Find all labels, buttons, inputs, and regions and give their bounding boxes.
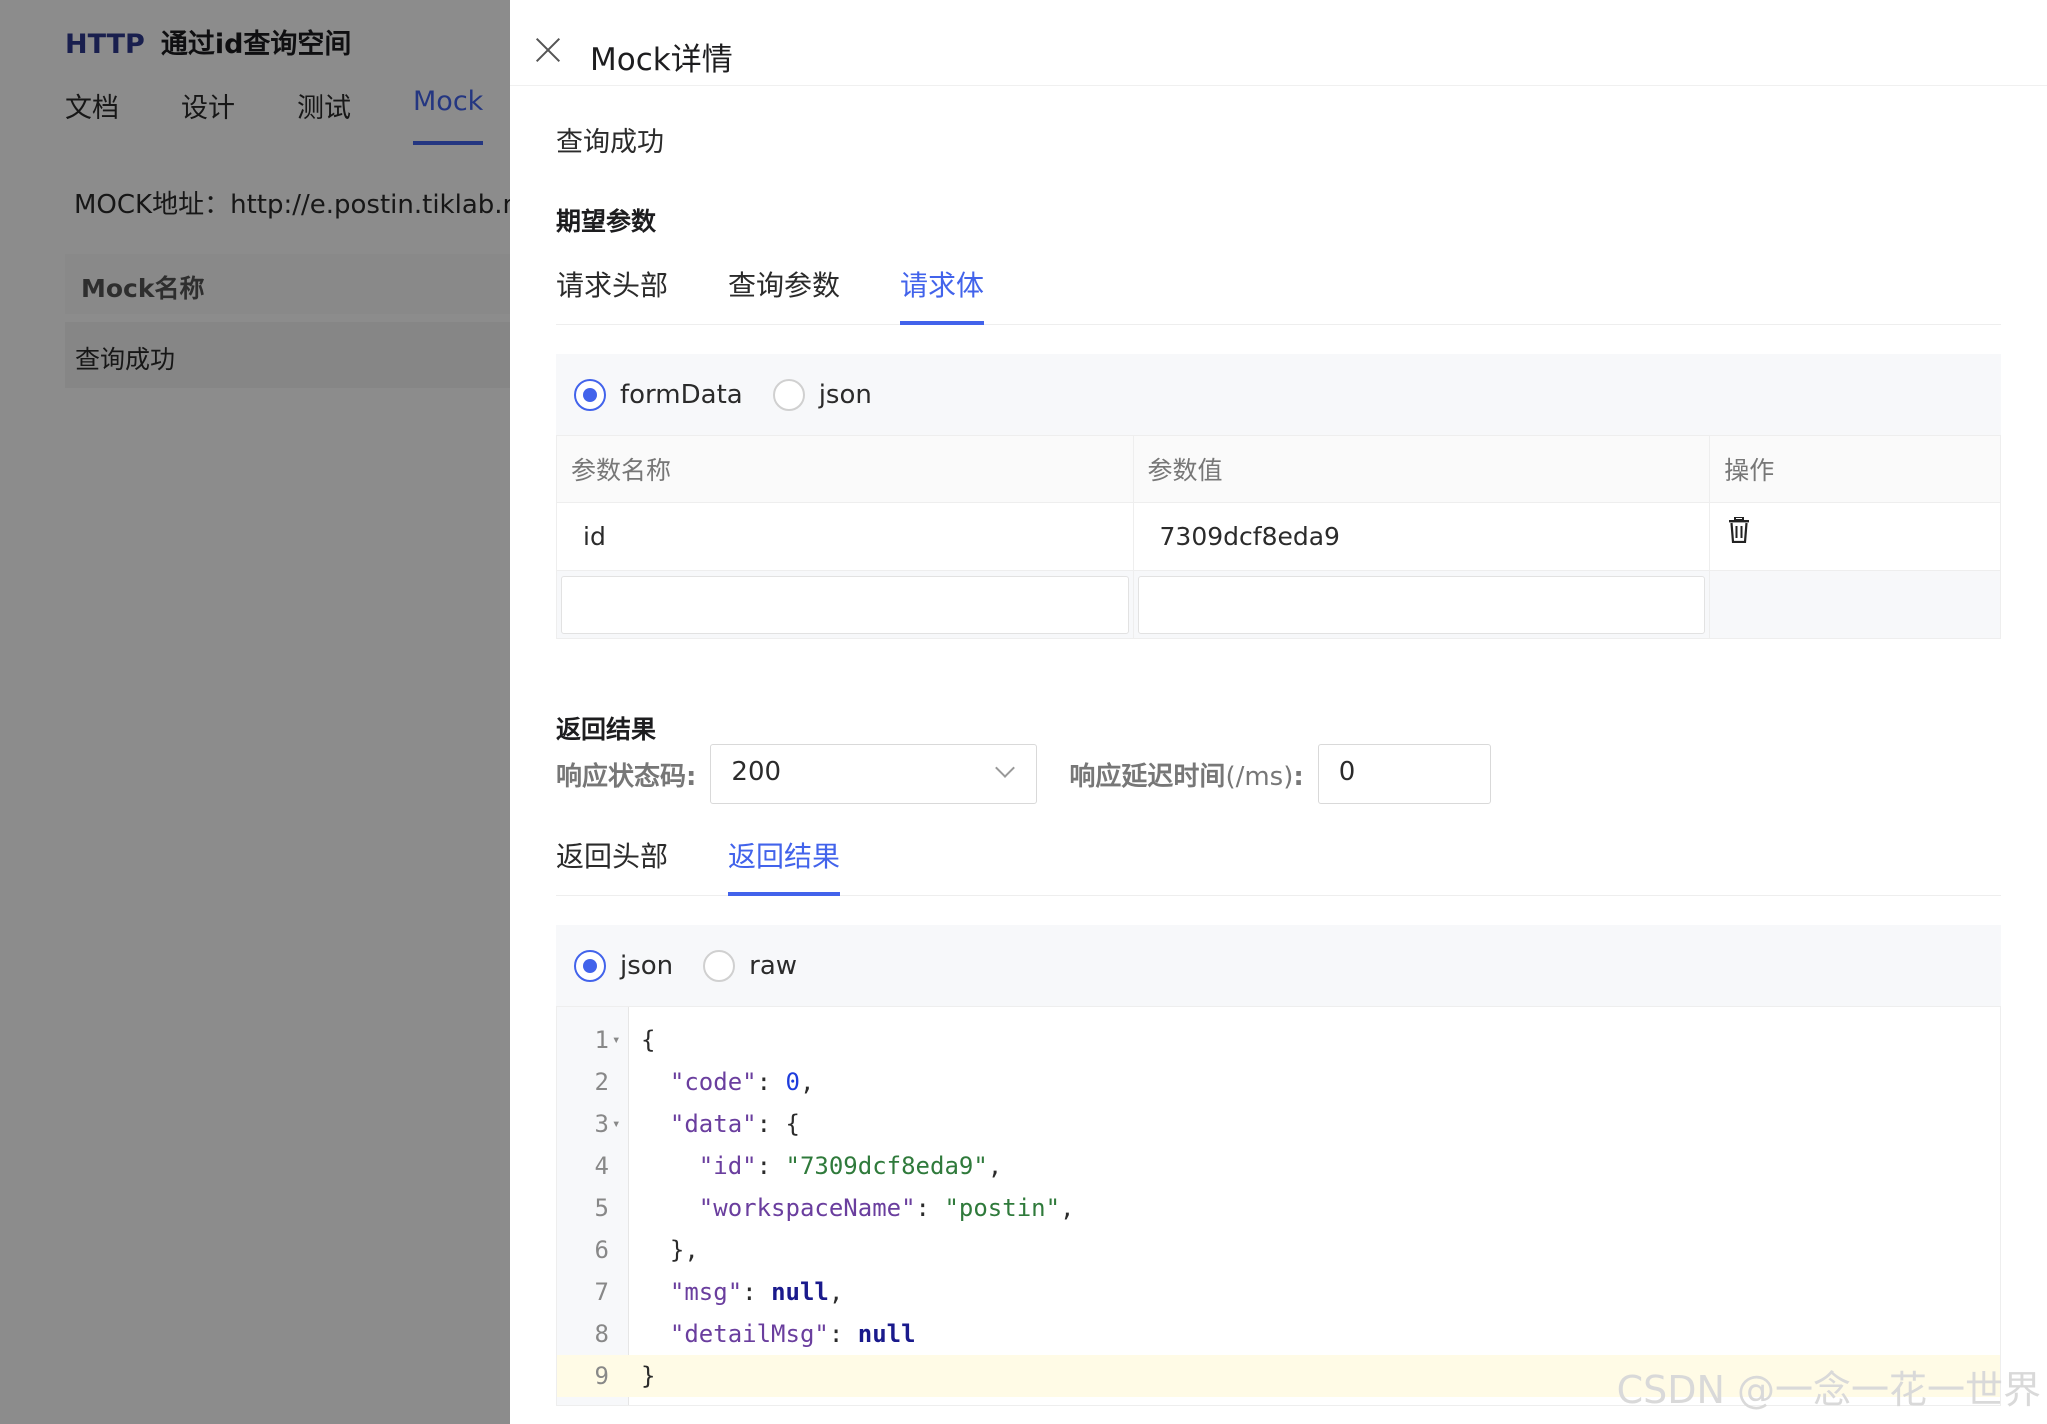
code-line[interactable]: 3 ▾ "data": {	[557, 1103, 2000, 1145]
drawer-title: Mock详情	[590, 42, 733, 78]
trash-icon[interactable]	[1728, 516, 1750, 543]
request-body-panel: formData json 参数名称 参数值 操作 id 7309dcf8eda…	[556, 354, 2001, 639]
code-text: "id": "7309dcf8eda9",	[698, 1152, 1003, 1180]
radio-response-raw[interactable]: raw	[703, 949, 797, 982]
radio-unchecked-icon	[772, 378, 805, 411]
code-line[interactable]: 7 "msg": null,	[557, 1271, 2000, 1313]
code-line[interactable]: 2 "code": 0,	[557, 1061, 2000, 1103]
body-type-radio-group: formData json	[556, 354, 2001, 435]
tab-response-result[interactable]: 返回结果	[728, 835, 841, 896]
code-line[interactable]: 6 },	[557, 1229, 2000, 1271]
response-settings-row: 响应状态码: 200 响应延迟时间(/ms): 0	[556, 744, 1491, 804]
expect-section-title: 期望参数	[556, 207, 657, 236]
col-param-value: 参数值	[1132, 435, 1711, 503]
tab-query-params[interactable]: 查询参数	[728, 264, 840, 324]
radio-json[interactable]: json	[772, 378, 872, 411]
response-tabs: 返回头部 返回结果	[556, 835, 2001, 896]
status-code-select[interactable]: 200	[710, 744, 1038, 804]
result-section-title: 返回结果	[556, 715, 657, 744]
code-text: "msg": null,	[669, 1278, 844, 1306]
response-type-radio-group: json raw	[556, 925, 2001, 1006]
line-number: 7	[594, 1278, 609, 1306]
radio-formdata[interactable]: formData	[574, 378, 743, 411]
tab-request-headers[interactable]: 请求头部	[556, 264, 668, 324]
col-param-name: 参数名称	[556, 435, 1134, 503]
close-icon[interactable]	[535, 36, 561, 62]
chevron-down-icon	[995, 758, 1016, 778]
code-text: "code": 0,	[669, 1068, 815, 1096]
drawer-mask[interactable]	[0, 0, 510, 1424]
mock-name: 查询成功	[556, 127, 664, 158]
line-number: 9	[594, 1362, 609, 1390]
status-code-label: 响应状态码:	[556, 761, 697, 792]
drawer-header: Mock详情	[510, 0, 2047, 86]
delay-input[interactable]: 0	[1317, 744, 1491, 804]
param-name-cell[interactable]: id	[556, 502, 1134, 571]
line-number: 5	[594, 1194, 609, 1222]
watermark: CSDN @一念一花一世界	[1616, 1368, 2041, 1412]
code-text: "data": {	[669, 1110, 800, 1138]
delay-label: 响应延迟时间(/ms):	[1069, 761, 1304, 792]
code-line[interactable]: 8 "detailMsg": null	[557, 1313, 2000, 1355]
response-type-panel: json raw	[556, 925, 2001, 1006]
code-text: }	[641, 1362, 656, 1390]
mock-detail-drawer: Mock详情 查询成功 期望参数 请求头部 查询参数 请求体 formData …	[510, 0, 2047, 1424]
line-number: 1	[594, 1026, 609, 1054]
params-table: 参数名称 参数值 操作 id 7309dcf8eda9	[556, 435, 2001, 639]
line-number: 6	[594, 1236, 609, 1264]
code-text: {	[641, 1026, 656, 1054]
fold-arrow-icon[interactable]: ▾	[612, 1019, 620, 1061]
line-number: 3	[594, 1110, 609, 1138]
radio-checked-icon	[574, 378, 606, 411]
line-number: 2	[594, 1068, 609, 1096]
code-line[interactable]: 1 ▾ {	[557, 1019, 2000, 1061]
new-param-name-input[interactable]	[561, 575, 1129, 634]
tab-request-body[interactable]: 请求体	[900, 264, 985, 325]
param-value-cell[interactable]: 7309dcf8eda9	[1132, 502, 1711, 571]
code-text: "detailMsg": null	[669, 1320, 916, 1348]
radio-checked-icon	[574, 949, 606, 982]
radio-unchecked-icon	[703, 949, 736, 982]
code-editor[interactable]: 1 ▾{2 "code": 0, 3 ▾ "data": {4 "id": "7309…	[556, 1006, 2001, 1406]
code-line[interactable]: 4 "id": "7309dcf8eda9",	[557, 1145, 2000, 1187]
request-tabs: 请求头部 查询参数 请求体	[556, 264, 2001, 325]
params-table-header: 参数名称 参数值 操作	[556, 435, 2001, 503]
col-actions: 操作	[1709, 435, 2001, 503]
new-param-value-input[interactable]	[1137, 575, 1706, 634]
fold-arrow-icon[interactable]: ▾	[612, 1103, 620, 1145]
code-text: "workspaceName": "postin",	[698, 1194, 1075, 1222]
tab-response-headers[interactable]: 返回头部	[556, 835, 668, 895]
table-row: id 7309dcf8eda9	[556, 502, 2001, 571]
radio-response-json[interactable]: json	[574, 949, 673, 982]
code-text: },	[641, 1236, 699, 1264]
line-number: 4	[594, 1152, 609, 1180]
line-number: 8	[594, 1320, 609, 1348]
code-line[interactable]: 5 "workspaceName": "postin",	[557, 1187, 2000, 1229]
new-param-row	[556, 570, 2001, 639]
